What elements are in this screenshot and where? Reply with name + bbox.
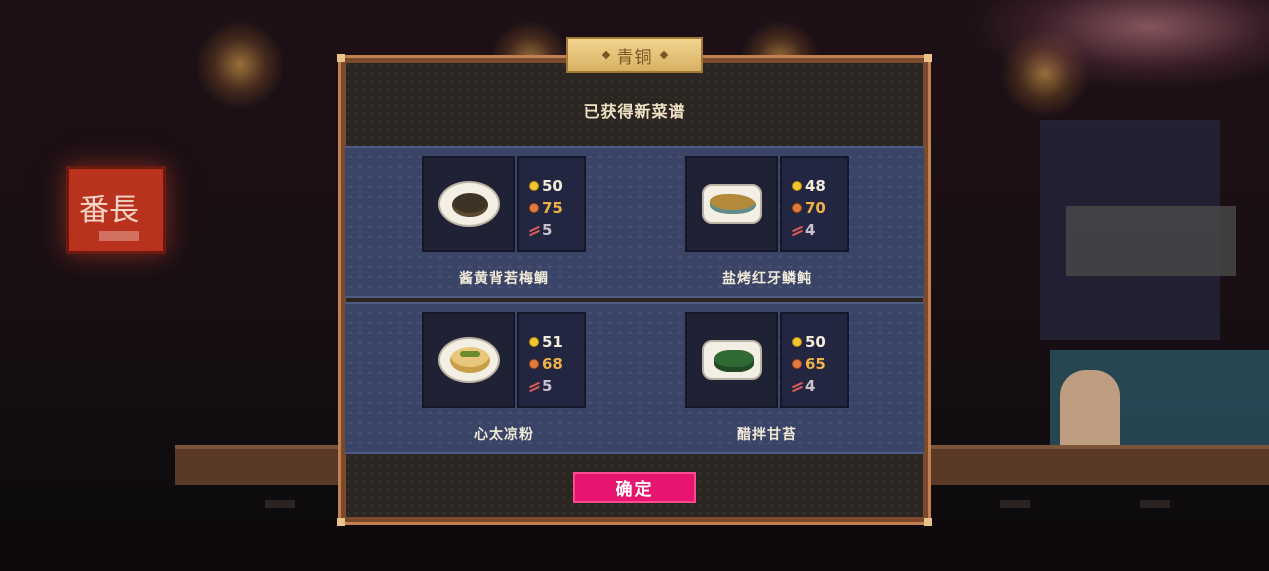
chopsticks-value: 5 [542,221,553,239]
gold-coin-icon [529,337,539,347]
dish-image [422,156,515,252]
tier-badge: 青铜 [566,37,703,73]
seaweed-salad-dish-icon [701,340,762,380]
diamond-icon [659,50,668,60]
grilled-fish-dish-icon [701,184,762,224]
coin-value: 50 [805,333,826,351]
recipe-name: 盐烤红牙鳞鲀 [722,271,812,287]
recipe-name: 醋拌甘苔 [737,427,797,443]
jelly-noodle-dish-icon [437,337,500,383]
gold-coin-icon [529,181,539,191]
bar-counter [175,445,340,485]
tier-label: 青铜 [616,47,653,68]
stool [1000,500,1030,508]
tip-icon [529,359,539,369]
recipe-stats: 50 75 5 [517,156,586,252]
floor [0,520,1269,571]
chopsticks-value: 4 [805,377,816,395]
restaurant-sign-logo: 番長 [66,166,166,254]
tip-value: 70 [805,199,826,217]
recipe-name: 心太凉粉 [474,427,534,443]
dialog-corner [924,518,932,526]
recipe-card[interactable]: 50 75 5 酱黄背若梅鲷 [422,156,586,296]
dish-image [685,156,778,252]
tip-value: 68 [542,355,563,373]
dialog-corner [337,54,345,62]
recipe-stats: 51 68 5 [517,312,586,408]
chopsticks-icon [529,225,539,235]
recipe-name: 酱黄背若梅鲷 [459,271,549,287]
tip-icon [529,203,539,213]
chopsticks-value: 4 [805,221,816,239]
gold-coin-icon [792,337,802,347]
kitchen-hood [1066,206,1236,276]
coin-value: 51 [542,333,563,351]
bar-counter [931,445,1269,485]
stool [265,500,295,508]
dialog-title: 已获得新菜谱 [583,102,686,121]
cherry-blossom-tree [969,0,1269,90]
braised-fish-dish-icon [437,181,500,227]
coin-value: 48 [805,177,826,195]
tip-icon [792,203,802,213]
chopsticks-icon [792,381,802,391]
gold-coin-icon [792,181,802,191]
chopsticks-icon [792,225,802,235]
chef-character [1060,370,1120,450]
lantern-glow [195,20,285,110]
tip-icon [792,359,802,369]
confirm-button[interactable]: 确定 [573,472,696,503]
recipe-stats: 48 70 4 [780,156,849,252]
chopsticks-value: 5 [542,377,553,395]
recipe-stats: 50 65 4 [780,312,849,408]
diamond-icon [601,50,610,60]
tip-value: 65 [805,355,826,373]
dialog-corner [337,518,345,526]
coin-value: 50 [542,177,563,195]
tip-value: 75 [542,199,563,217]
recipe-card[interactable]: 48 70 4 盐烤红牙鳞鲀 [685,156,849,296]
dish-image [422,312,515,408]
chopsticks-icon [529,381,539,391]
dialog-corner [924,54,932,62]
dish-image [685,312,778,408]
stool [1140,500,1170,508]
recipe-card[interactable]: 50 65 4 醋拌甘苔 [685,312,849,452]
recipe-card[interactable]: 51 68 5 心太凉粉 [422,312,586,452]
